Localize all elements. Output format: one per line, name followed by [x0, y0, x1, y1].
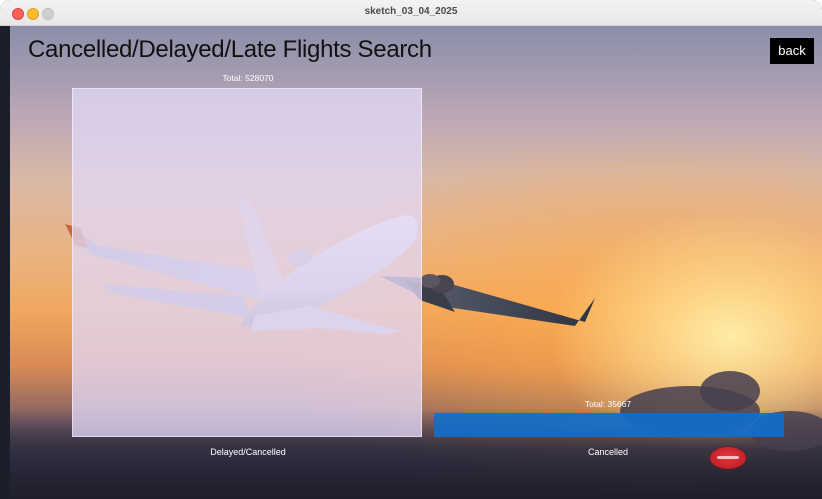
airline-logo-icon [710, 447, 746, 469]
back-button[interactable]: back [770, 38, 814, 64]
delayed-cancelled-label: Delayed/Cancelled [210, 447, 286, 457]
cancelled-bar[interactable] [434, 413, 784, 437]
cancelled-total-label: Total: 35667 [584, 399, 632, 409]
sketch-canvas: Cancelled/Delayed/Late Flights Search ba… [10, 26, 822, 499]
delayed-total-label: Total: 528070 [222, 73, 274, 83]
page-title: Cancelled/Delayed/Late Flights Search [28, 36, 432, 63]
cancelled-label: Cancelled [587, 447, 629, 457]
window-title: sketch_03_04_2025 [364, 6, 458, 17]
delayed-cancelled-bar[interactable] [72, 88, 422, 437]
app-window: sketch_03_04_2025 Cancelled/Delayed/Late… [0, 0, 822, 499]
logo-mark [717, 456, 739, 459]
title-bar: sketch_03_04_2025 [0, 0, 822, 26]
